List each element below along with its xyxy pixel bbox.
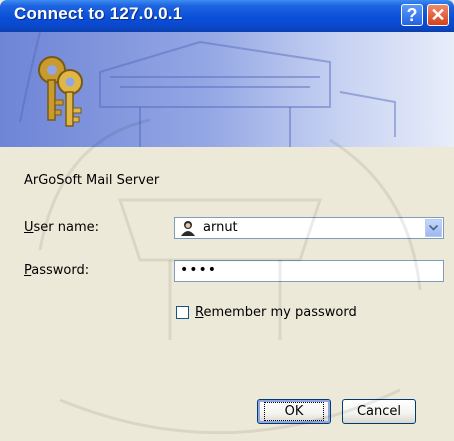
dialog-content: ArGoSoft Mail Server User name: arnut Pa… xyxy=(0,147,454,441)
cancel-button[interactable]: Cancel xyxy=(342,399,416,424)
password-label-rest: assword: xyxy=(31,263,90,278)
username-dropdown-button[interactable] xyxy=(425,219,442,237)
password-label: Password: xyxy=(24,263,89,278)
username-value: arnut xyxy=(203,220,238,235)
close-icon: ✕ xyxy=(430,4,446,25)
remember-password-checkbox[interactable] xyxy=(176,306,189,319)
window-title: Connect to 127.0.0.1 xyxy=(14,4,183,23)
password-field[interactable]: •••• xyxy=(174,260,444,282)
username-combobox[interactable]: arnut xyxy=(174,217,444,239)
realm-text: ArGoSoft Mail Server xyxy=(24,173,160,188)
remember-label-rest: emember my password xyxy=(203,305,357,320)
help-button[interactable]: ? xyxy=(401,4,423,26)
ok-button[interactable]: OK xyxy=(257,399,331,424)
user-icon xyxy=(181,221,195,236)
title-bar[interactable]: Connect to 127.0.0.1 ? ✕ xyxy=(0,0,454,32)
cancel-label: Cancel xyxy=(356,404,402,419)
username-label-rest: ser name: xyxy=(33,220,100,235)
username-label-accel: U xyxy=(24,220,34,235)
remember-password-label[interactable]: Remember my password xyxy=(195,305,357,320)
keys-icon xyxy=(38,56,83,127)
close-button[interactable]: ✕ xyxy=(427,4,449,26)
ok-label: OK xyxy=(263,402,325,421)
chevron-down-icon xyxy=(429,225,438,231)
dialog-banner xyxy=(0,32,454,147)
remember-password-option[interactable]: Remember my password xyxy=(176,305,357,320)
help-icon: ? xyxy=(406,4,418,25)
username-label: User name: xyxy=(24,220,99,235)
login-dialog: Connect to 127.0.0.1 ? ✕ ArGoSoft Mail S… xyxy=(0,0,454,441)
